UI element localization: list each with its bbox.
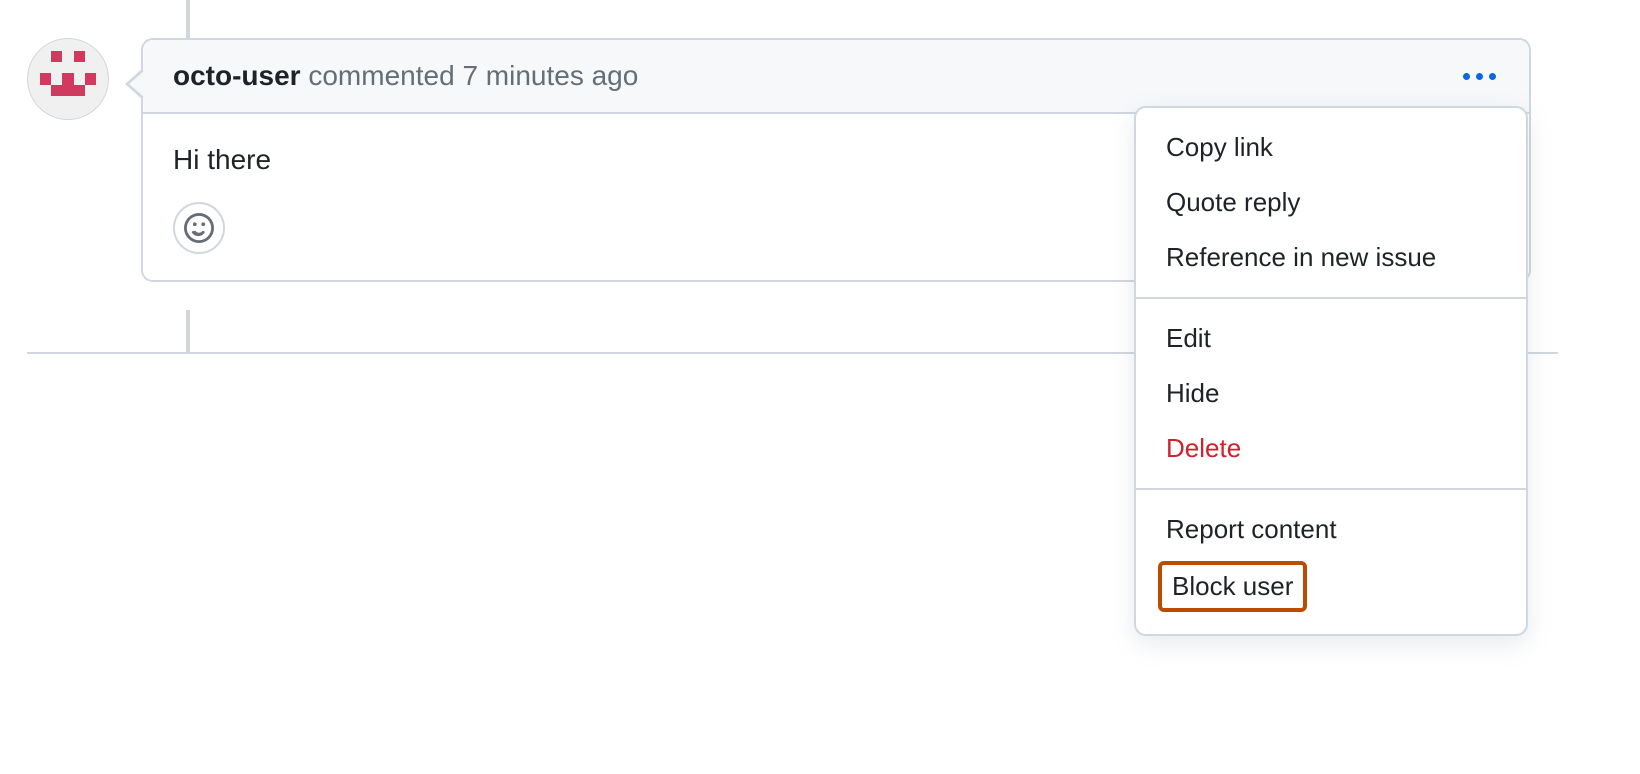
kebab-icon[interactable] (1459, 64, 1499, 88)
menu-item-copy-link[interactable]: Copy link (1136, 120, 1526, 175)
comment-header: octo-user commented 7 minutes ago (143, 40, 1529, 114)
menu-item-hide[interactable]: Hide (1136, 366, 1526, 421)
menu-item-reference-issue[interactable]: Reference in new issue (1136, 230, 1526, 285)
menu-item-report-content[interactable]: Report content (1136, 502, 1526, 557)
timeline-line-top (186, 0, 190, 38)
menu-item-delete[interactable]: Delete (1136, 421, 1526, 476)
comment-timestamp[interactable]: 7 minutes ago (462, 60, 638, 91)
add-reaction-button[interactable] (173, 202, 225, 254)
avatar-identicon (28, 39, 108, 119)
comment-actions-menu: Copy link Quote reply Reference in new i… (1134, 106, 1528, 636)
comment-author[interactable]: octo-user (173, 60, 301, 91)
avatar[interactable] (27, 38, 109, 120)
timeline-line-bottom (186, 310, 190, 352)
comment-verb: commented (308, 60, 454, 91)
comment-header-text: octo-user commented 7 minutes ago (173, 60, 638, 92)
menu-item-block-user[interactable]: Block user (1158, 561, 1307, 612)
menu-item-quote-reply[interactable]: Quote reply (1136, 175, 1526, 230)
comment-caret (125, 68, 143, 100)
smiley-icon (184, 213, 214, 243)
menu-item-edit[interactable]: Edit (1136, 311, 1526, 366)
